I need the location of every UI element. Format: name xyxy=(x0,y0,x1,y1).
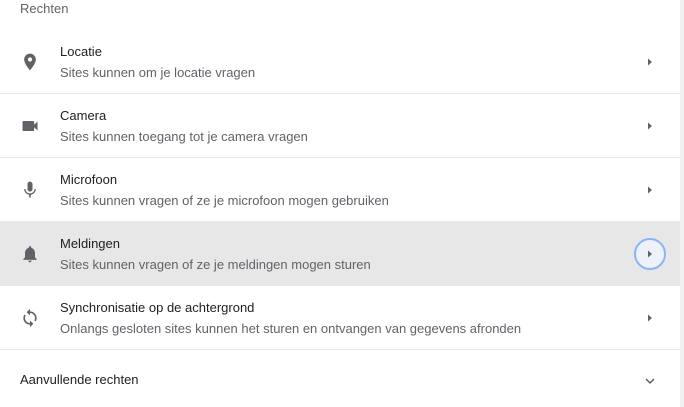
permission-row-location[interactable]: Locatie Sites kunnen om je locatie vrage… xyxy=(0,30,684,94)
permission-title: Microfoon xyxy=(60,172,118,187)
permission-row-background-sync[interactable]: Synchronisatie op de achtergrond Onlangs… xyxy=(0,286,684,350)
chevron-down-icon[interactable] xyxy=(640,371,660,391)
permissions-list: Locatie Sites kunnen om je locatie vrage… xyxy=(0,30,684,350)
permission-description: Sites kunnen toegang tot je camera vrage… xyxy=(60,129,308,144)
permission-title: Synchronisatie op de achtergrond xyxy=(60,300,255,315)
permission-title: Camera xyxy=(60,108,107,123)
permission-title: Meldingen xyxy=(60,236,120,251)
arrow-right-icon[interactable] xyxy=(634,174,666,206)
arrow-right-icon[interactable] xyxy=(634,302,666,334)
permission-row-notifications[interactable]: Meldingen Sites kunnen vragen of ze je m… xyxy=(0,222,684,286)
permission-description: Sites kunnen vragen of ze je meldingen m… xyxy=(60,257,371,272)
arrow-right-icon[interactable] xyxy=(634,110,666,142)
permission-row-camera[interactable]: Camera Sites kunnen toegang tot je camer… xyxy=(0,94,684,158)
camera-icon xyxy=(20,116,40,136)
scrollbar[interactable] xyxy=(680,0,684,407)
permission-description: Sites kunnen om je locatie vragen xyxy=(60,65,256,80)
arrow-right-icon[interactable] xyxy=(634,238,666,270)
permission-row-microphone[interactable]: Microfoon Sites kunnen vragen of ze je m… xyxy=(0,158,684,222)
sync-icon xyxy=(20,308,40,328)
location-pin-icon xyxy=(20,52,40,72)
additional-permissions-label: Aanvullende rechten xyxy=(20,372,139,387)
permission-description: Onlangs gesloten sites kunnen het sturen… xyxy=(60,321,522,336)
microphone-icon xyxy=(20,180,40,200)
arrow-right-icon[interactable] xyxy=(634,46,666,78)
additional-permissions-row[interactable]: Aanvullende rechten xyxy=(0,355,684,407)
section-title: Rechten xyxy=(20,1,69,16)
bell-icon xyxy=(20,244,40,264)
permission-title: Locatie xyxy=(60,44,102,59)
permission-description: Sites kunnen vragen of ze je microfoon m… xyxy=(60,193,389,208)
